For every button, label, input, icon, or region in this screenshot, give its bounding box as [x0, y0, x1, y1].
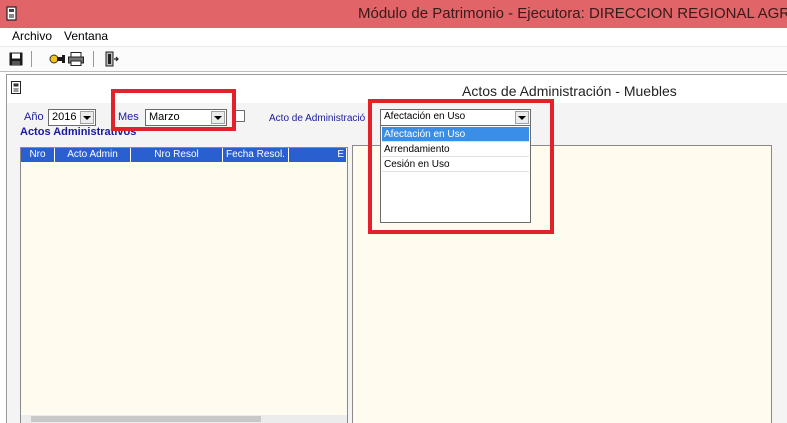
print-icon: [68, 52, 84, 66]
form-icon: [11, 81, 21, 94]
print-button[interactable]: [66, 50, 86, 68]
horizontal-scrollbar[interactable]: [21, 415, 347, 423]
exit-button[interactable]: [102, 50, 122, 68]
connect-button[interactable]: [48, 50, 68, 68]
actos-grid[interactable]: Nro Acto Admin Nro Resol Fecha Resol. E: [20, 147, 348, 423]
anio-value: 2016: [52, 111, 77, 123]
anio-select[interactable]: 2016: [48, 109, 96, 126]
exit-icon: [105, 51, 119, 67]
anio-label: Año: [24, 111, 44, 123]
acto-label: Acto de Administració: [269, 113, 366, 124]
chevron-down-icon[interactable]: [80, 111, 94, 124]
save-button[interactable]: [6, 50, 26, 68]
grid-header: Nro Acto Admin Nro Resol Fecha Resol. E: [21, 148, 347, 162]
col-nro-resol[interactable]: Nro Resol: [131, 148, 223, 162]
col-fecha-resol[interactable]: Fecha Resol.: [223, 148, 289, 162]
col-acto-admin[interactable]: Acto Admin: [55, 148, 131, 162]
scrollbar-thumb[interactable]: [31, 416, 261, 422]
connect-icon: [49, 54, 65, 64]
menu-archivo[interactable]: Archivo: [12, 29, 52, 43]
mdi-area: Actos de Administración - Muebles Año 20…: [6, 74, 787, 423]
toolbar-separator: [31, 51, 32, 67]
save-icon: [9, 52, 23, 66]
toolbar: [0, 46, 787, 72]
col-nro[interactable]: Nro: [21, 148, 55, 162]
window-title: Módulo de Patrimonio - Ejecutora: DIRECC…: [358, 5, 787, 22]
menu-bar: Archivo Ventana: [0, 28, 787, 46]
app-window: Módulo de Patrimonio - Ejecutora: DIRECC…: [0, 0, 787, 423]
form-title: Actos de Administración - Muebles: [462, 83, 677, 99]
highlight-box-acto: [368, 99, 554, 234]
app-icon: [6, 6, 17, 21]
menu-ventana[interactable]: Ventana: [64, 29, 108, 43]
toolbar-separator: [93, 51, 94, 67]
col-e[interactable]: E: [289, 148, 347, 162]
highlight-box-mes: [111, 89, 236, 131]
title-bar: Módulo de Patrimonio - Ejecutora: DIRECC…: [0, 0, 787, 28]
